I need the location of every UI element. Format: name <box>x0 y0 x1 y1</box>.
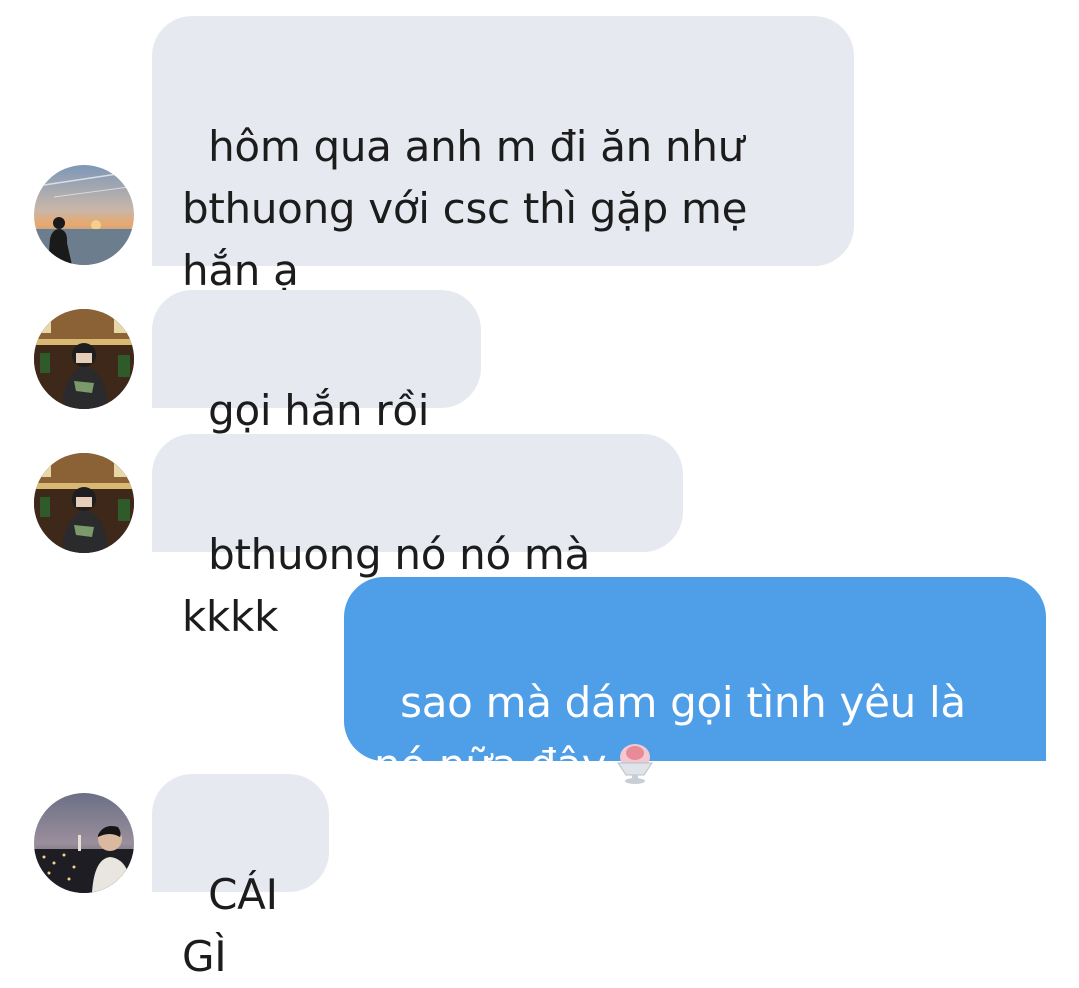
avatar-library-hoodie-image <box>34 309 134 409</box>
message-text: hôm qua anh m đi ăn như bthuong với csc … <box>182 122 761 295</box>
avatar-library-hoodie-image <box>34 453 134 553</box>
shaved-ice-icon <box>617 744 654 784</box>
message-bubble-incoming[interactable]: hôm qua anh m đi ăn như bthuong với csc … <box>152 16 854 295</box>
message-bubble-incoming[interactable]: CÁI GÌ <box>152 774 329 981</box>
message-text: sao mà dám gọi tình yêu là nó nữa đây <box>374 678 979 789</box>
avatar-night-city[interactable] <box>34 793 134 893</box>
avatar-sunset-sea-image <box>34 165 134 265</box>
message-bubble-outgoing[interactable]: sao mà dám gọi tình yêu là nó nữa đây <box>344 577 1046 789</box>
message-text: CÁI GÌ <box>182 870 291 981</box>
avatar-library-hoodie[interactable] <box>34 453 134 553</box>
message-bubble-incoming[interactable]: bthuong nó nó mà kkkk <box>152 434 683 641</box>
avatar-library-hoodie[interactable] <box>34 309 134 409</box>
avatar-night-city-image <box>34 793 134 893</box>
avatar-sunset-sea[interactable] <box>34 165 134 265</box>
message-bubble-incoming[interactable]: gọi hắn rồi hả <box>152 290 481 497</box>
